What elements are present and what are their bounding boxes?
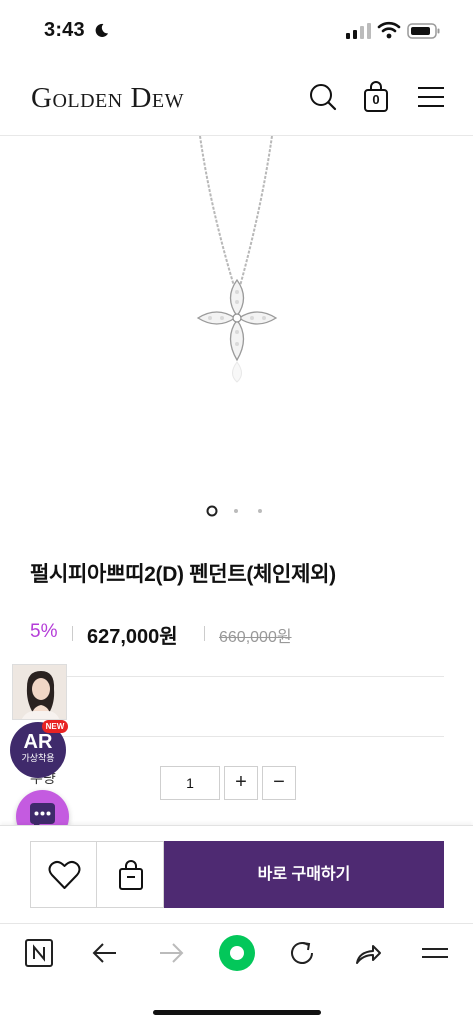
ar-model-thumbnail[interactable] [12, 664, 67, 720]
divider [30, 676, 444, 677]
site-header: Golden Dew 0 [0, 62, 473, 136]
product-title: 펄시피아쁘띠2(D) 펜던트(체인제외) [30, 563, 336, 586]
hamburger-menu-icon[interactable] [416, 81, 446, 113]
discount-rate: 5% [30, 621, 58, 642]
original-price: 660,000원 [219, 629, 292, 646]
ar-sublabel: 가상착용 [21, 753, 55, 763]
cellular-signal-icon [346, 23, 371, 39]
ar-label: AR [23, 731, 53, 753]
heart-icon [48, 860, 81, 889]
buy-now-button[interactable]: 바로 구매하기 [164, 841, 444, 908]
status-bar: 3:43 [0, 0, 473, 60]
price-divider [204, 626, 205, 641]
brand-logo[interactable]: Golden Dew [31, 82, 184, 115]
home-indicator [153, 1010, 321, 1015]
status-time: 3:43 [44, 19, 85, 41]
wishlist-button[interactable] [30, 841, 97, 908]
menu-icon[interactable] [420, 938, 450, 968]
battery-icon [407, 23, 440, 39]
share-icon[interactable] [353, 938, 383, 968]
new-badge: NEW [42, 720, 68, 733]
cart-button[interactable]: 0 [361, 81, 391, 113]
necklace-pendant-image [196, 135, 278, 383]
back-icon[interactable] [90, 938, 120, 968]
model-portrait-image [13, 665, 66, 719]
reload-icon[interactable] [287, 938, 317, 968]
browser-toolbar [0, 923, 473, 1024]
price-row: 5% 627,000원 660,000원 [30, 620, 450, 648]
cart-count: 0 [372, 92, 380, 107]
shopping-bag-icon [119, 860, 143, 890]
divider [30, 736, 444, 737]
quantity-increase-button[interactable]: + [224, 766, 258, 800]
search-icon[interactable] [308, 81, 338, 113]
price-divider [72, 626, 73, 641]
quantity-input[interactable]: 1 [160, 766, 220, 800]
forward-icon[interactable] [156, 938, 186, 968]
add-to-cart-button[interactable] [96, 841, 164, 908]
sale-price: 627,000원 [87, 626, 178, 648]
naver-icon[interactable] [24, 938, 54, 968]
purchase-bar: 바로 구매하기 [0, 825, 473, 923]
moon-icon [95, 23, 109, 37]
quantity-decrease-button[interactable]: − [262, 766, 296, 800]
carousel-pagination[interactable] [206, 505, 266, 517]
product-image[interactable] [0, 135, 473, 486]
green-dot-icon[interactable] [218, 934, 256, 972]
wifi-icon [377, 21, 401, 39]
